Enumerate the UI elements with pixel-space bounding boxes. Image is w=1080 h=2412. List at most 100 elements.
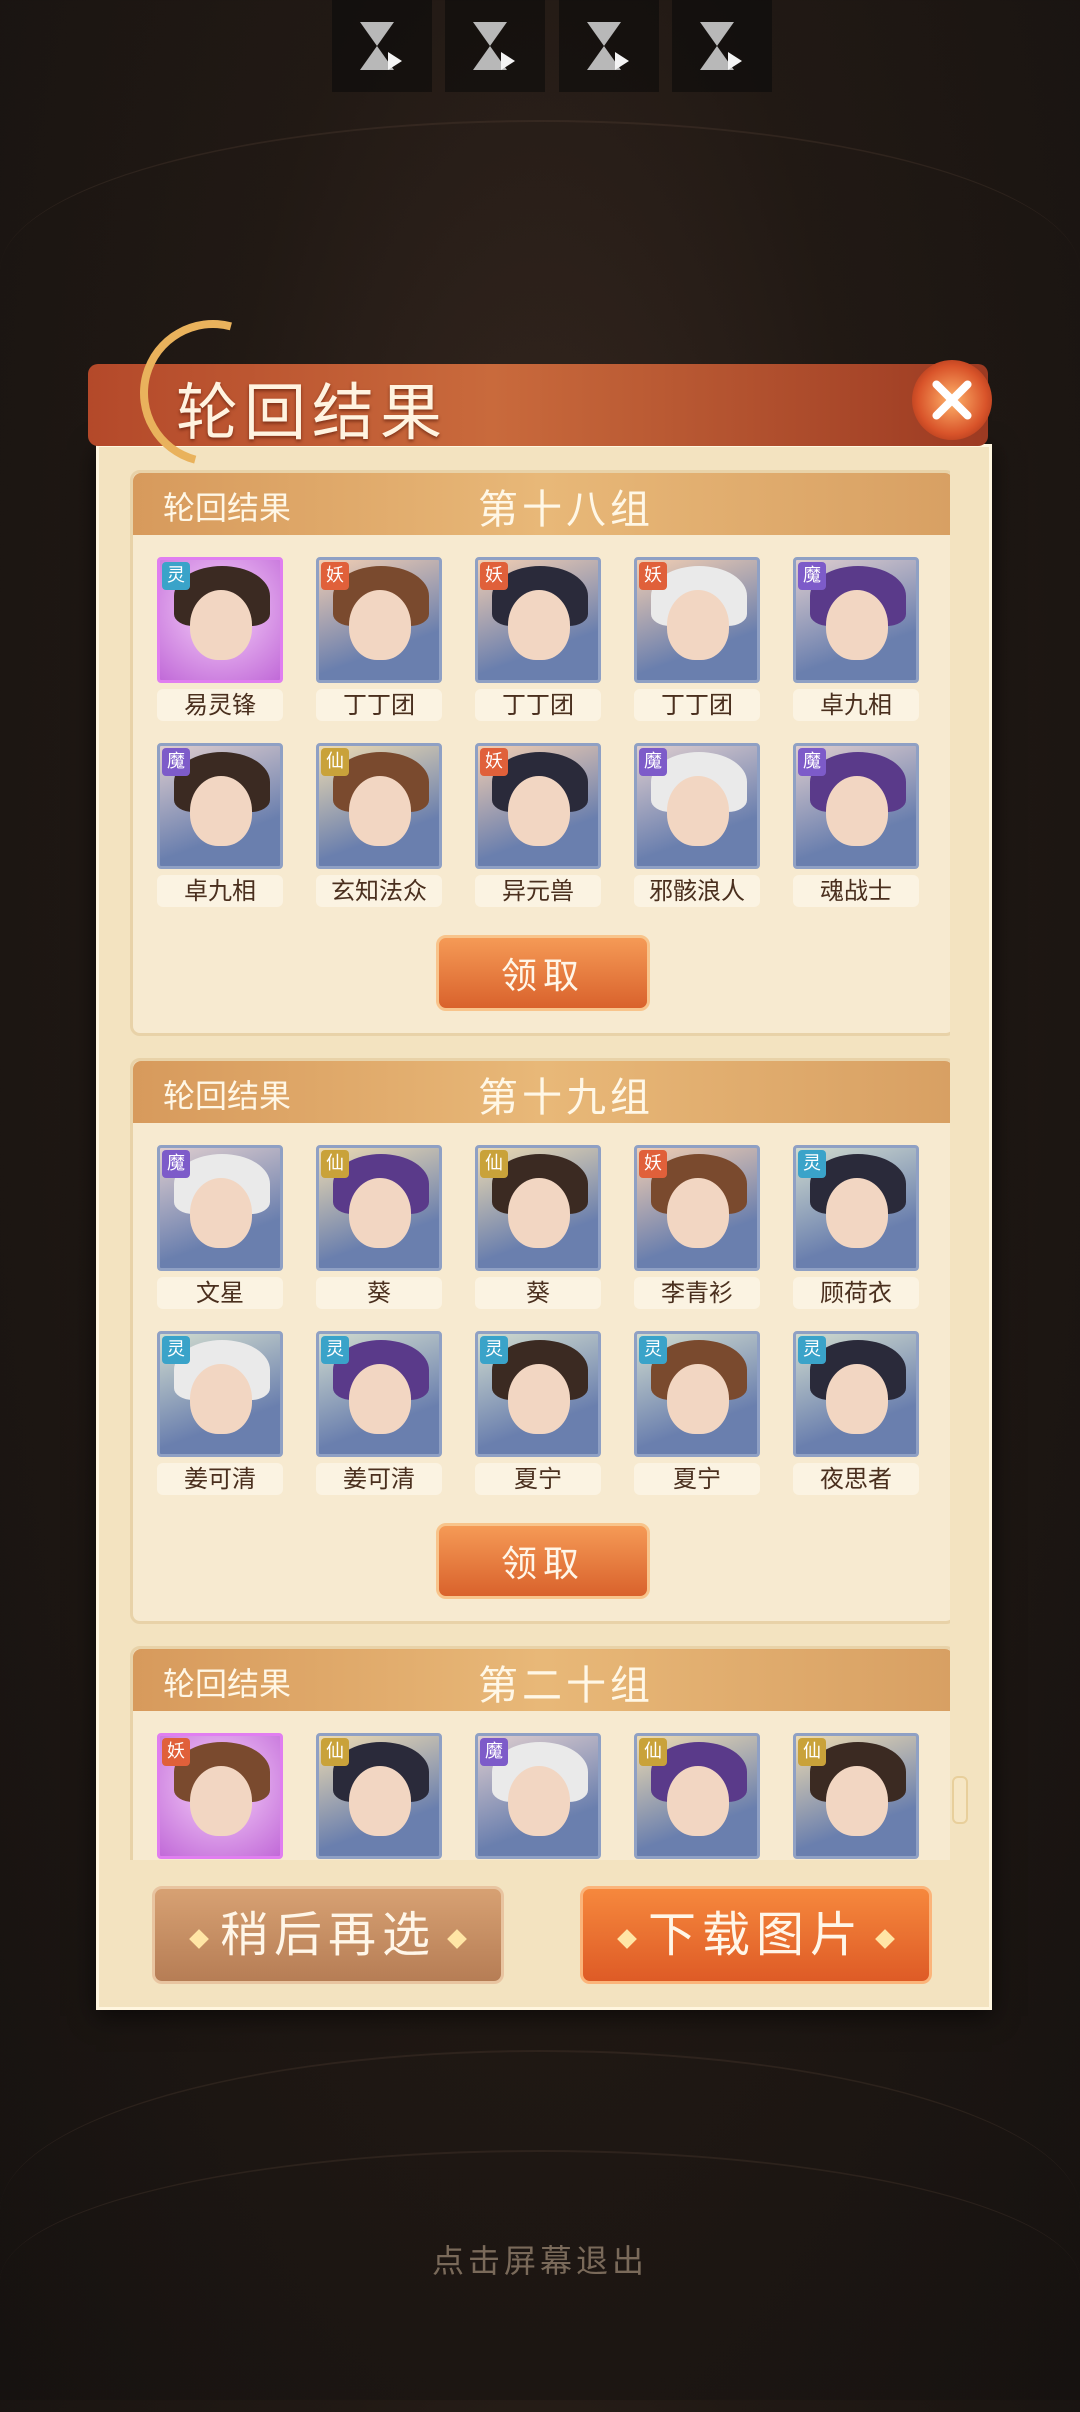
play-icon bbox=[727, 52, 742, 70]
hero-name: 邪骸浪人 bbox=[634, 875, 760, 907]
hero-card[interactable]: 仙玄知法众 bbox=[316, 743, 442, 907]
hero-name: 易灵锋 bbox=[157, 689, 283, 721]
hero-card[interactable]: 灵夏宁 bbox=[475, 1331, 601, 1495]
group-title: 第十八组 bbox=[478, 487, 654, 533]
hero-face bbox=[349, 1766, 411, 1836]
group-label: 轮回结果 bbox=[163, 1665, 292, 1703]
faction-badge: 灵 bbox=[162, 1336, 190, 1364]
hero-name: 姜可清 bbox=[316, 1463, 442, 1495]
hero-portrait: 魔 bbox=[157, 743, 283, 869]
faction-badge: 妖 bbox=[162, 1738, 190, 1766]
hero-portrait: 妖 bbox=[475, 557, 601, 683]
hero-name: 异元兽 bbox=[475, 875, 601, 907]
faction-badge: 魔 bbox=[480, 1738, 508, 1766]
hero-face bbox=[190, 590, 252, 660]
hero-name: 夏宁 bbox=[475, 1463, 601, 1495]
hero-card[interactable]: 魔邪骸浪人 bbox=[634, 743, 760, 907]
group-card: 轮回结果 第二十组妖宇文嫣仙瑞惊云魔卓九相仙玄知法众仙遗忘仙傀 bbox=[130, 1646, 950, 1860]
faction-badge: 仙 bbox=[480, 1150, 508, 1178]
hero-name: 姜可清 bbox=[157, 1463, 283, 1495]
hero-grid: 魔文星仙葵仙葵妖李青衫灵顾荷衣灵姜可清灵姜可清灵夏宁灵夏宁灵夜思者 bbox=[133, 1123, 950, 1495]
hero-face bbox=[667, 776, 729, 846]
hero-face bbox=[349, 1364, 411, 1434]
hero-card[interactable]: 仙葵 bbox=[475, 1145, 601, 1309]
hero-portrait: 灵 bbox=[157, 557, 283, 683]
hero-portrait: 魔 bbox=[157, 1145, 283, 1271]
group-label: 轮回结果 bbox=[163, 1077, 292, 1115]
hero-card[interactable]: 魔卓九相 bbox=[157, 743, 283, 907]
hero-face bbox=[826, 1178, 888, 1248]
hero-card[interactable]: 妖李青衫 bbox=[634, 1145, 760, 1309]
hero-card[interactable]: 灵姜可清 bbox=[157, 1331, 283, 1495]
exit-hint[interactable]: 点击屏幕退出 bbox=[0, 2236, 1080, 2282]
hero-card[interactable]: 仙葵 bbox=[316, 1145, 442, 1309]
hero-card[interactable]: 灵顾荷衣 bbox=[793, 1145, 919, 1309]
hero-card[interactable]: 灵夜思者 bbox=[793, 1331, 919, 1495]
hero-portrait: 灵 bbox=[157, 1331, 283, 1457]
hero-card[interactable]: 灵夏宁 bbox=[634, 1331, 760, 1495]
group-header: 轮回结果 第十八组 bbox=[133, 473, 950, 535]
group-title: 第十九组 bbox=[478, 1075, 654, 1121]
hero-portrait: 魔 bbox=[793, 557, 919, 683]
hero-card[interactable]: 魔魂战士 bbox=[793, 743, 919, 907]
hero-face bbox=[826, 1766, 888, 1836]
hero-face bbox=[190, 1766, 252, 1836]
hero-card[interactable]: 仙瑞惊云 bbox=[316, 1733, 442, 1860]
hero-card[interactable]: 妖异元兽 bbox=[475, 743, 601, 907]
hero-face bbox=[508, 590, 570, 660]
hero-portrait: 仙 bbox=[475, 1145, 601, 1271]
hero-face bbox=[508, 1178, 570, 1248]
hero-name: 玄知法众 bbox=[316, 875, 442, 907]
hero-portrait: 仙 bbox=[316, 1145, 442, 1271]
hero-name: 卓九相 bbox=[157, 875, 283, 907]
faction-badge: 仙 bbox=[321, 1738, 349, 1766]
group-label: 轮回结果 bbox=[163, 489, 292, 527]
group-card: 轮回结果 第十八组灵易灵锋妖丁丁团妖丁丁团妖丁丁团魔卓九相魔卓九相仙玄知法众妖异元… bbox=[130, 470, 950, 1036]
hero-card[interactable]: 妖宇文嫣 bbox=[157, 1733, 283, 1860]
hero-card[interactable]: 妖丁丁团 bbox=[634, 557, 760, 721]
hero-portrait: 妖 bbox=[634, 557, 760, 683]
hero-portrait: 仙 bbox=[793, 1733, 919, 1859]
hero-card[interactable]: 灵姜可清 bbox=[316, 1331, 442, 1495]
diamond-icon bbox=[617, 1928, 637, 1949]
later-button[interactable]: 稍后再选 bbox=[152, 1886, 504, 1984]
hero-name: 丁丁团 bbox=[634, 689, 760, 721]
faction-badge: 灵 bbox=[639, 1336, 667, 1364]
faction-badge: 魔 bbox=[162, 748, 190, 776]
hero-card[interactable]: 妖丁丁团 bbox=[316, 557, 442, 721]
hero-portrait: 灵 bbox=[316, 1331, 442, 1457]
dialog-title: 轮回结果 bbox=[176, 376, 449, 449]
hero-card[interactable]: 仙遗忘仙傀 bbox=[793, 1733, 919, 1860]
slot-4[interactable] bbox=[671, 0, 772, 92]
claim-button[interactable]: 领取 bbox=[436, 935, 650, 1011]
hero-portrait: 妖 bbox=[634, 1145, 760, 1271]
slot-2[interactable] bbox=[445, 0, 546, 92]
download-button[interactable]: 下载图片 bbox=[580, 1886, 932, 1984]
hero-card[interactable]: 魔卓九相 bbox=[793, 557, 919, 721]
faction-badge: 魔 bbox=[798, 748, 826, 776]
hero-card[interactable]: 妖丁丁团 bbox=[475, 557, 601, 721]
hero-portrait: 仙 bbox=[316, 743, 442, 869]
hero-face bbox=[190, 776, 252, 846]
hero-name: 文星 bbox=[157, 1277, 283, 1309]
slot-3[interactable] bbox=[558, 0, 659, 92]
hero-name: 魂战士 bbox=[793, 875, 919, 907]
results-scroll[interactable]: 轮回结果 第十八组灵易灵锋妖丁丁团妖丁丁团妖丁丁团魔卓九相魔卓九相仙玄知法众妖异元… bbox=[130, 470, 950, 1860]
scrollbar[interactable] bbox=[952, 1776, 968, 1824]
hero-card[interactable]: 魔文星 bbox=[157, 1145, 283, 1309]
hero-card[interactable]: 仙玄知法众 bbox=[634, 1733, 760, 1860]
hero-card[interactable]: 魔卓九相 bbox=[475, 1733, 601, 1860]
hero-grid: 妖宇文嫣仙瑞惊云魔卓九相仙玄知法众仙遗忘仙傀 bbox=[133, 1711, 950, 1860]
hero-name: 卓九相 bbox=[793, 689, 919, 721]
hero-name: 李青衫 bbox=[634, 1277, 760, 1309]
slot-1[interactable] bbox=[332, 0, 432, 92]
claim-button[interactable]: 领取 bbox=[436, 1523, 650, 1599]
hero-card[interactable]: 灵易灵锋 bbox=[157, 557, 283, 721]
play-icon bbox=[388, 52, 402, 70]
hero-portrait: 灵 bbox=[634, 1331, 760, 1457]
hero-portrait: 仙 bbox=[316, 1733, 442, 1859]
hero-portrait: 魔 bbox=[793, 743, 919, 869]
faction-badge: 仙 bbox=[639, 1738, 667, 1766]
hero-face bbox=[826, 590, 888, 660]
hero-portrait: 灵 bbox=[475, 1331, 601, 1457]
